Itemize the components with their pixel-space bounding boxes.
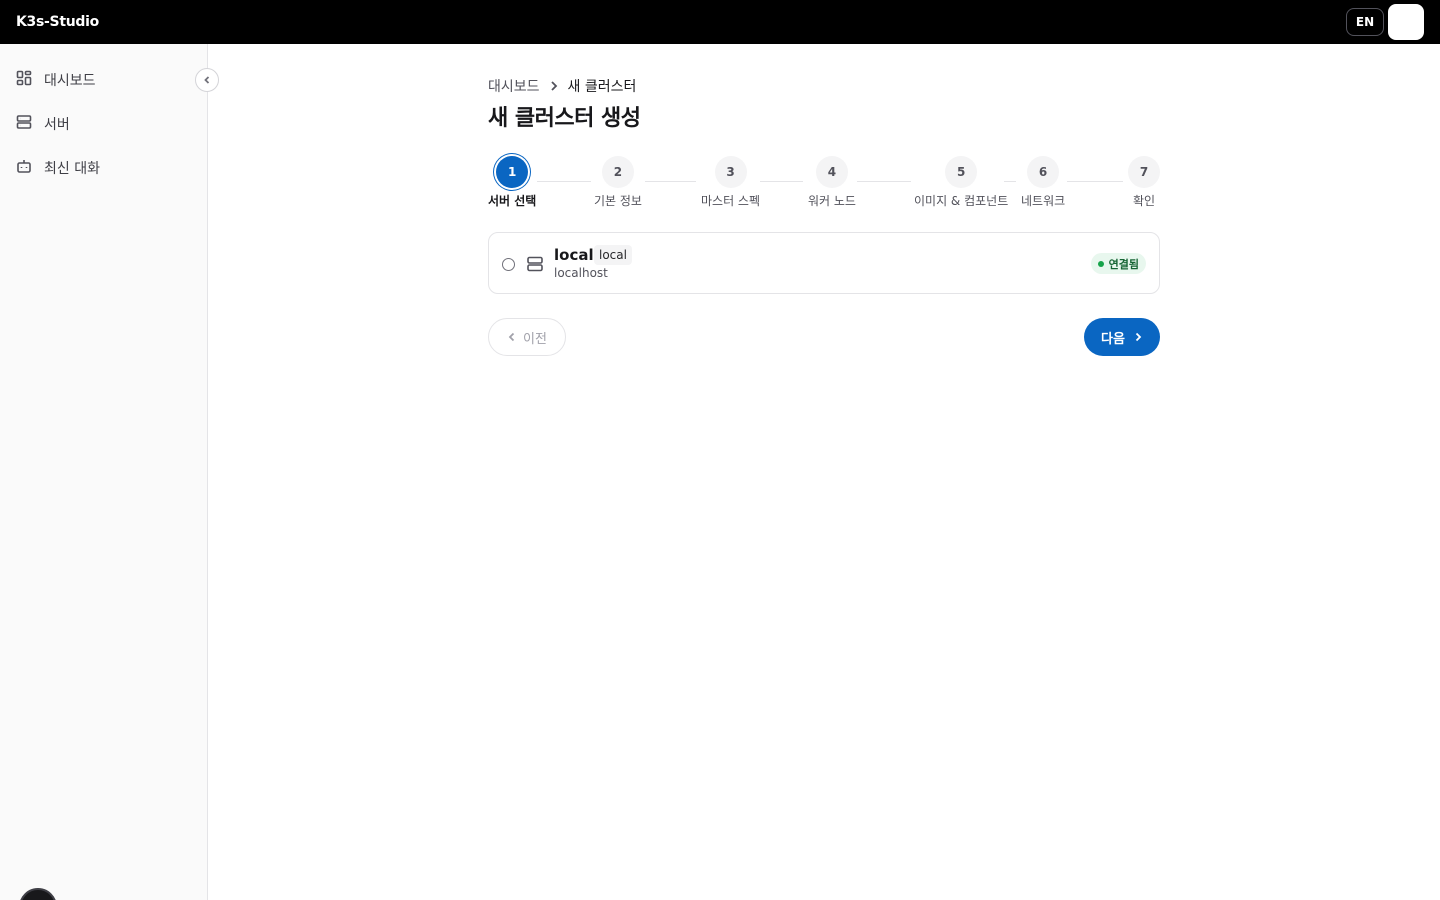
wizard-step-6[interactable]: 6 네트워크 bbox=[1021, 156, 1065, 209]
next-button-label: 다음 bbox=[1101, 331, 1125, 347]
step-number: 6 bbox=[1027, 156, 1060, 188]
step-number: 7 bbox=[1128, 156, 1160, 188]
dashboard-icon bbox=[16, 70, 32, 90]
step-label: 서버 선택 bbox=[488, 194, 537, 208]
breadcrumb: 대시보드 새 클러스터 bbox=[488, 76, 636, 96]
wizard-step-4[interactable]: 4 워커 노드 bbox=[808, 156, 856, 209]
server-name: local bbox=[554, 246, 594, 264]
step-label: 워커 노드 bbox=[808, 194, 856, 208]
step-number: 5 bbox=[945, 156, 978, 188]
step-connector bbox=[1067, 181, 1123, 182]
wizard-step-2[interactable]: 2 기본 정보 bbox=[594, 156, 642, 209]
language-toggle-button[interactable]: EN bbox=[1346, 8, 1384, 36]
next-button[interactable]: 다음 bbox=[1084, 318, 1160, 356]
step-number: 4 bbox=[815, 156, 848, 188]
chevron-right-icon bbox=[548, 80, 560, 92]
server-option-card[interactable]: local local localhost 연결됨 bbox=[488, 232, 1160, 294]
status-badge: 연결됨 bbox=[1090, 253, 1146, 274]
app-title[interactable]: K3s-Studio bbox=[16, 14, 99, 30]
step-connector bbox=[645, 181, 696, 182]
sidebar-item-label: 서버 bbox=[44, 117, 70, 133]
wizard-step-3[interactable]: 3 마스터 스펙 bbox=[701, 156, 760, 209]
server-icon bbox=[16, 114, 32, 134]
wizard-step-5[interactable]: 5 이미지 & 컴포넌트 bbox=[914, 156, 1008, 209]
wizard-step-1[interactable]: 1 서버 선택 bbox=[488, 156, 536, 209]
step-number: 2 bbox=[601, 156, 634, 188]
wizard-step-7[interactable]: 7 확인 bbox=[1128, 156, 1160, 209]
top-bar: K3s-Studio bbox=[0, 0, 1440, 44]
step-connector bbox=[537, 181, 591, 182]
status-text: 연결됨 bbox=[1108, 257, 1139, 271]
avatar[interactable]: N bbox=[19, 888, 57, 900]
step-number: 3 bbox=[714, 156, 747, 188]
step-label: 마스터 스펙 bbox=[701, 194, 761, 208]
sidebar: 대시보드 서버 최신 대화 N bbox=[0, 44, 208, 900]
step-number: 1 bbox=[496, 156, 529, 188]
step-connector bbox=[857, 181, 911, 182]
step-label: 확인 bbox=[1132, 194, 1156, 208]
theme-toggle-button[interactable] bbox=[1388, 4, 1424, 40]
status-dot-icon bbox=[1097, 260, 1104, 267]
server-radio[interactable] bbox=[502, 258, 515, 271]
sidebar-item-server[interactable]: 서버 bbox=[16, 112, 70, 136]
chevron-left-icon bbox=[507, 332, 517, 342]
step-connector bbox=[760, 181, 803, 182]
breadcrumb-dashboard-link[interactable]: 대시보드 bbox=[488, 76, 540, 96]
chevron-right-icon bbox=[1133, 332, 1143, 342]
prev-button-label: 이전 bbox=[523, 331, 547, 347]
sidebar-item-recent-chats[interactable]: 최신 대화 bbox=[16, 156, 100, 180]
chevron-left-icon bbox=[202, 75, 212, 85]
prev-button[interactable]: 이전 bbox=[488, 318, 566, 356]
sidebar-item-label: 최신 대화 bbox=[44, 161, 100, 177]
server-tag: local bbox=[594, 245, 632, 265]
sidebar-collapse-button[interactable] bbox=[195, 68, 219, 92]
step-label: 네트워크 bbox=[1021, 194, 1066, 208]
breadcrumb-current: 새 클러스터 bbox=[567, 79, 637, 95]
sidebar-item-dashboard[interactable]: 대시보드 bbox=[16, 68, 96, 92]
server-host: localhost bbox=[554, 266, 608, 280]
step-label: 기본 정보 bbox=[594, 194, 642, 208]
server-icon bbox=[526, 255, 544, 273]
sidebar-item-label: 대시보드 bbox=[44, 73, 96, 89]
step-label: 이미지 & 컴포넌트 bbox=[914, 194, 1009, 208]
bot-icon bbox=[16, 158, 32, 178]
page-title: 새 클러스터 생성 bbox=[488, 106, 641, 131]
